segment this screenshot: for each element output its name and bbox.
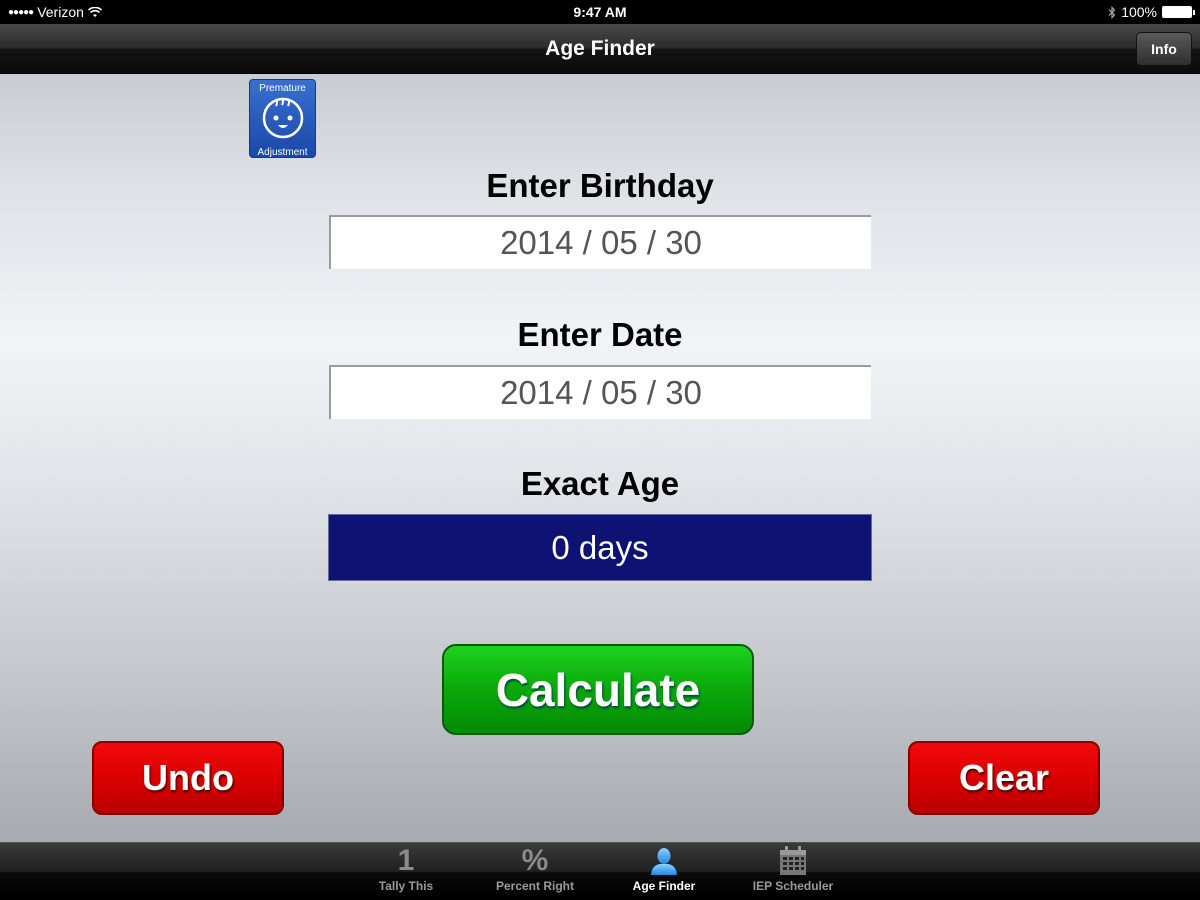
exact-age-label: Exact Age [520, 465, 680, 502]
number-one-icon: 1 [397, 844, 415, 877]
tab-label: Tally This [378, 879, 434, 893]
tab-label: IEP Scheduler [752, 879, 834, 893]
date-label: Enter Date [517, 316, 683, 353]
info-button[interactable]: Info [1136, 32, 1192, 66]
battery-percent: 100% [1121, 4, 1157, 20]
person-icon [651, 848, 677, 875]
adjustment-label: Adjustment [257, 147, 308, 158]
bluetooth-icon [1108, 5, 1116, 19]
tab-iep-scheduler[interactable]: IEP Scheduler [738, 843, 848, 900]
birthday-label: Enter Birthday [486, 167, 714, 204]
tab-percent-right[interactable]: % Percent Right [480, 843, 590, 900]
page-title: Age Finder [545, 37, 655, 60]
exact-age-result: 0 days [328, 514, 872, 581]
calendar-icon [780, 846, 806, 875]
date-field[interactable]: 2014 / 05 / 30 [329, 365, 871, 419]
tab-label: Age Finder [632, 879, 696, 893]
tab-tally-this[interactable]: 1 Tally This [351, 843, 461, 900]
percent-icon: % [521, 844, 549, 877]
undo-button[interactable]: Undo [92, 741, 284, 815]
status-bar: ●●●●● Verizon 9:47 AM 100% [0, 0, 1200, 24]
birthday-field[interactable]: 2014 / 05 / 30 [329, 215, 871, 269]
baby-face-icon [262, 97, 303, 139]
battery-icon [1162, 6, 1195, 18]
tab-age-finder[interactable]: Age Finder [609, 843, 719, 900]
calculate-button[interactable]: Calculate [442, 644, 754, 735]
tab-bar: 1 Tally This % Percent Right Age Finder [0, 842, 1200, 900]
premature-adjustment-button[interactable]: Premature Adjustment [249, 79, 316, 158]
navigation-bar: Age Finder Info [0, 24, 1200, 74]
premature-label: Premature [259, 83, 306, 94]
clear-button[interactable]: Clear [908, 741, 1100, 815]
clock: 9:47 AM [573, 4, 627, 20]
tab-label: Percent Right [495, 879, 574, 893]
